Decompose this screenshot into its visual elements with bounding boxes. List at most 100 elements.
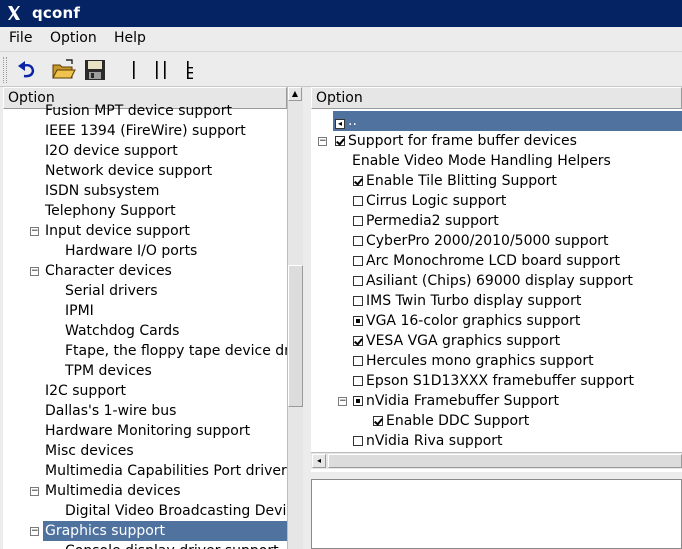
checkbox-empty-icon[interactable] xyxy=(353,256,363,266)
scroll-left-icon[interactable]: ◂ xyxy=(312,454,326,468)
tree-item-label: I2O device support xyxy=(45,143,178,159)
option-row[interactable]: Hercules mono graphics support xyxy=(353,351,594,371)
undo-icon xyxy=(18,61,35,78)
tree-item[interactable]: Hardware I/O ports xyxy=(65,241,197,261)
toolbar-grip[interactable] xyxy=(3,57,7,83)
tree-item[interactable]: TPM devices xyxy=(65,361,152,381)
single-view-icon xyxy=(133,61,135,79)
option-label: IMS Twin Turbo display support xyxy=(366,293,582,309)
collapse-icon[interactable]: − xyxy=(30,527,39,536)
tree-item[interactable]: Character devices xyxy=(45,261,172,281)
save-button[interactable] xyxy=(82,58,108,82)
full-view-icon xyxy=(187,61,193,79)
tree-item[interactable]: Network device support xyxy=(45,161,212,181)
tree-item[interactable]: Serial drivers xyxy=(65,281,158,301)
checkbox-empty-icon[interactable] xyxy=(353,276,363,286)
menu-file[interactable]: File xyxy=(9,30,32,46)
option-label: VGA 16-color graphics support xyxy=(366,313,581,329)
option-row[interactable]: Support for frame buffer devices xyxy=(335,131,577,151)
back-arrow-icon: ◂ xyxy=(335,119,345,129)
single-view-button[interactable] xyxy=(120,58,146,82)
collapse-icon[interactable]: − xyxy=(30,267,39,276)
checkbox-empty-icon[interactable] xyxy=(353,236,363,246)
option-row[interactable]: nVidia Riva support xyxy=(353,431,503,451)
tree-item[interactable]: Hardware Monitoring support xyxy=(45,421,250,441)
tree-item-label: Hardware Monitoring support xyxy=(45,423,251,439)
tree-item[interactable]: IPMI xyxy=(65,301,94,321)
scroll-up-icon[interactable]: ▲ xyxy=(288,87,302,101)
tree-item[interactable]: I2O device support xyxy=(45,141,178,161)
tree-item[interactable]: Graphics support xyxy=(43,521,287,541)
left-scroll-thumb[interactable] xyxy=(288,265,303,407)
option-row[interactable]: Enable Tile Blitting Support xyxy=(353,171,557,191)
window-title: qconf xyxy=(32,4,81,22)
checkbox-module-icon[interactable] xyxy=(353,316,363,326)
option-row[interactable]: Cirrus Logic support xyxy=(353,191,506,211)
collapse-icon[interactable]: − xyxy=(318,137,327,146)
tree-item[interactable]: Misc devices xyxy=(45,441,134,461)
option-row[interactable]: IMS Twin Turbo display support xyxy=(353,291,581,311)
collapse-icon[interactable]: − xyxy=(338,397,347,406)
option-row[interactable]: Asiliant (Chips) 69000 display support xyxy=(353,271,633,291)
option-label: Enable Video Mode Handling Helpers xyxy=(352,153,611,169)
checkbox-checked-icon[interactable] xyxy=(353,336,363,346)
tree-item[interactable]: Console display driver support xyxy=(65,541,279,549)
tree-item[interactable]: IEEE 1394 (FireWire) support xyxy=(45,121,246,141)
checkbox-empty-icon[interactable] xyxy=(353,216,363,226)
checkbox-empty-icon[interactable] xyxy=(353,296,363,306)
tree-item[interactable]: Digital Video Broadcasting Devices xyxy=(65,501,303,521)
toolbar xyxy=(0,53,682,87)
open-button[interactable] xyxy=(51,58,77,82)
tree-item[interactable]: ISDN subsystem xyxy=(45,181,159,201)
tree-item-label: IPMI xyxy=(65,303,94,319)
option-row[interactable]: VGA 16-color graphics support xyxy=(353,311,580,331)
tree-item-label: Character devices xyxy=(45,263,172,279)
tree-item-label: Telephony Support xyxy=(45,203,176,219)
right-horizontal-scrollbar[interactable]: ◂ xyxy=(311,452,682,469)
menu-bar: File Option Help xyxy=(0,27,682,52)
collapse-icon[interactable]: − xyxy=(30,487,39,496)
option-row[interactable]: Epson S1D13XXX framebuffer support xyxy=(353,371,634,391)
option-row[interactable]: Enable DDC Support xyxy=(373,411,529,431)
checkbox-empty-icon[interactable] xyxy=(353,436,363,446)
option-label: Cirrus Logic support xyxy=(366,193,507,209)
tree-item-label: I2C support xyxy=(45,383,127,399)
option-row[interactable]: Permedia2 support xyxy=(353,211,499,231)
option-row[interactable]: Enable Video Mode Handling Helpers xyxy=(352,151,611,171)
checkbox-module-icon[interactable] xyxy=(353,396,363,406)
tree-item[interactable]: Input device support xyxy=(45,221,190,241)
checkbox-empty-icon[interactable] xyxy=(353,376,363,386)
option-row[interactable]: CyberPro 2000/2010/5000 support xyxy=(353,231,609,251)
checkbox-empty-icon[interactable] xyxy=(353,356,363,366)
checkbox-empty-icon[interactable] xyxy=(353,196,363,206)
full-view-button[interactable] xyxy=(177,58,203,82)
tree-item[interactable]: Dallas's 1-wire bus xyxy=(45,401,176,421)
option-row[interactable]: Arc Monochrome LCD board support xyxy=(353,251,620,271)
tree-item[interactable]: Ftape, the floppy tape device driver xyxy=(65,341,303,361)
menu-option[interactable]: Option xyxy=(50,30,97,46)
tree-item[interactable]: Telephony Support xyxy=(45,201,176,221)
checkbox-checked-icon[interactable] xyxy=(335,136,345,146)
tree-item[interactable]: Multimedia Capabilities Port drivers xyxy=(45,461,294,481)
split-view-button[interactable] xyxy=(148,58,174,82)
tree-item[interactable]: Multimedia devices xyxy=(45,481,181,501)
left-vertical-scrollbar[interactable]: ▲ xyxy=(287,87,303,549)
checkbox-checked-icon[interactable] xyxy=(373,416,383,426)
option-row[interactable]: VESA VGA graphics support xyxy=(353,331,560,351)
tree-item[interactable]: Watchdog Cards xyxy=(65,321,179,341)
right-column-header[interactable]: Option xyxy=(311,87,682,109)
checkbox-checked-icon[interactable] xyxy=(353,176,363,186)
undo-button[interactable] xyxy=(14,58,40,82)
help-text-panel xyxy=(311,479,682,549)
menu-help[interactable]: Help xyxy=(114,30,146,46)
right-hscroll-thumb[interactable] xyxy=(328,454,682,468)
option-row[interactable]: nVidia Framebuffer Support xyxy=(353,391,559,411)
tree-item-label: Fusion MPT device support xyxy=(45,103,232,119)
collapse-icon[interactable]: − xyxy=(30,227,39,236)
tree-item-label: Misc devices xyxy=(45,443,134,459)
tree-item-label: Multimedia devices xyxy=(45,483,181,499)
parent-menu-row[interactable]: ◂.. xyxy=(333,111,682,131)
tree-item-label: Network device support xyxy=(45,163,213,179)
tree-item[interactable]: I2C support xyxy=(45,381,126,401)
tree-item[interactable]: Fusion MPT device support xyxy=(45,101,232,121)
